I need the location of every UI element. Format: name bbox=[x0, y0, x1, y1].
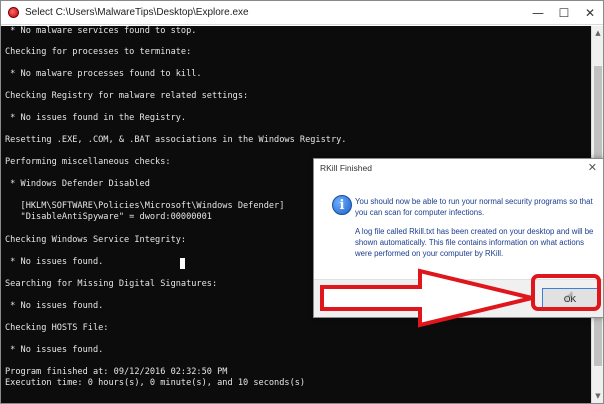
titlebar[interactable]: Select C:\Users\MalwareTips\Desktop\Expl… bbox=[1, 1, 603, 25]
console-line: Checking for processes to terminate: bbox=[5, 47, 192, 57]
dialog-footer: OK bbox=[314, 279, 603, 317]
console-line: * No issues found. bbox=[5, 257, 104, 267]
console-line: Program finished at: 09/12/2016 02:32:50… bbox=[5, 367, 228, 377]
console-line: Checking Windows Service Integrity: bbox=[5, 235, 187, 245]
console-line: * Windows Defender Disabled bbox=[5, 179, 150, 189]
console-line: "DisableAntiSpyware" = dword:00000001 bbox=[5, 212, 212, 222]
console-line: Resetting .EXE, .COM, & .BAT association… bbox=[5, 135, 347, 145]
console-line: Checking HOSTS File: bbox=[5, 323, 109, 333]
hand-pointer-icon: ☝ bbox=[566, 290, 574, 304]
text-cursor bbox=[180, 258, 185, 269]
console-line: Checking Registry for malware related se… bbox=[5, 91, 249, 101]
console-line: Performing miscellaneous checks: bbox=[5, 157, 171, 167]
dialog-message-log: A log file called Rkill.txt has been cre… bbox=[355, 227, 594, 258]
scroll-down-arrow-icon[interactable]: ▼ bbox=[592, 389, 604, 403]
console-line: [HKLM\SOFTWARE\Policies\Microsoft\Window… bbox=[5, 201, 285, 211]
minimize-button[interactable]: — bbox=[525, 1, 551, 25]
app-icon bbox=[8, 7, 19, 18]
console-line: * No issues found. bbox=[5, 301, 104, 311]
window-controls: — ☐ ✕ bbox=[525, 1, 603, 25]
console-line: Execution time: 0 hours(s), 0 minute(s),… bbox=[5, 378, 306, 388]
close-button[interactable]: ✕ bbox=[577, 1, 603, 25]
rkill-finished-dialog: RKill Finished ✕ i You should now be abl… bbox=[313, 158, 604, 318]
maximize-button[interactable]: ☐ bbox=[551, 1, 577, 25]
console-line: * No malware processes found to kill. bbox=[5, 69, 202, 79]
dialog-close-button[interactable]: ✕ bbox=[588, 161, 597, 174]
console-line: * No issues found in the Registry. bbox=[5, 113, 187, 123]
scroll-up-arrow-icon[interactable]: ▲ bbox=[592, 26, 604, 40]
dialog-title: RKill Finished bbox=[320, 163, 372, 173]
dialog-message-primary: You should now be able to run your norma… bbox=[355, 197, 593, 217]
info-icon: i bbox=[332, 195, 352, 215]
console-line: Searching for Missing Digital Signatures… bbox=[5, 279, 218, 289]
window-title: Select C:\Users\MalwareTips\Desktop\Expl… bbox=[25, 7, 249, 18]
console-line: * No malware services found to stop. bbox=[5, 26, 197, 36]
console-line: * No issues found. bbox=[5, 345, 104, 355]
